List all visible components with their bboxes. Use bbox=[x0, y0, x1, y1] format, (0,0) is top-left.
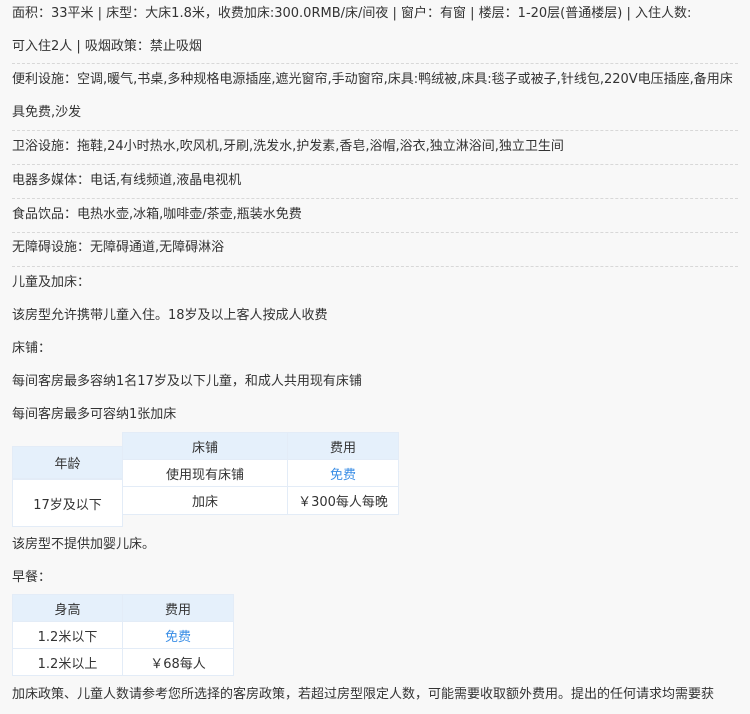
bed-rule-2: 每间客房最多可容纳1张加床 bbox=[12, 407, 177, 422]
room-info-line-1: 面积：33平米 | 床型：大床1.8米，收费加床:300.0RMB/床/间夜 |… bbox=[12, 6, 692, 21]
crib-note: 该房型不提供加婴儿床。 bbox=[12, 537, 156, 552]
bed-option-existing: 使用现有床铺 bbox=[122, 459, 288, 487]
divider bbox=[12, 63, 738, 64]
bed-heading: 床铺： bbox=[12, 341, 52, 356]
convenience-facilities-line-2: 具免费,沙发 bbox=[12, 105, 82, 120]
divider bbox=[12, 198, 738, 199]
footer-note: 加床政策、儿童人数请参考您所选择的客房政策，若超过房型限定人数，可能需要收取额外… bbox=[12, 687, 715, 702]
children-heading: 儿童及加床： bbox=[12, 275, 91, 290]
breakfast-heading: 早餐： bbox=[12, 570, 52, 585]
media-facilities: 电器多媒体：电话,有线频道,液晶电视机 bbox=[12, 173, 242, 188]
bathroom-facilities: 卫浴设施：拖鞋,24小时热水,吹风机,牙刷,洗发水,护发素,香皂,浴帽,浴衣,独… bbox=[12, 139, 564, 154]
food-facilities: 食品饮品：电热水壶,冰箱,咖啡壶/茶壶,瓶装水免费 bbox=[12, 207, 302, 222]
divider bbox=[12, 164, 738, 165]
room-policy-page: 面积：33平米 | 床型：大床1.8米，收费加床:300.0RMB/床/间夜 |… bbox=[0, 0, 750, 714]
height-below: 1.2米以下 bbox=[12, 621, 123, 649]
age-value: 17岁及以下 bbox=[12, 479, 123, 527]
age-header: 年龄 bbox=[12, 446, 123, 479]
accessible-facilities: 无障碍设施：无障碍通道,无障碍淋浴 bbox=[12, 240, 225, 255]
breakfast-fee-paid: ￥68每人 bbox=[122, 648, 234, 676]
breakfast-fee-free: 免费 bbox=[122, 621, 234, 649]
height-header: 身高 bbox=[12, 594, 123, 622]
bed-header: 床铺 bbox=[122, 432, 288, 460]
height-above: 1.2米以上 bbox=[12, 648, 123, 676]
convenience-facilities-line-1: 便利设施：空调,暖气,书桌,多种规格电源插座,遮光窗帘,手动窗帘,床具:鸭绒被,… bbox=[12, 72, 733, 87]
fee-header: 费用 bbox=[287, 432, 399, 460]
room-info-line-2: 可入住2人 | 吸烟政策：禁止吸烟 bbox=[12, 39, 202, 54]
breakfast-fee-header: 费用 bbox=[122, 594, 234, 622]
fee-free: 免费 bbox=[287, 459, 399, 487]
divider bbox=[12, 266, 738, 267]
bed-rule-1: 每间客房最多容纳1名17岁及以下儿童，和成人共用现有床铺 bbox=[12, 374, 362, 389]
bed-option-extra: 加床 bbox=[122, 486, 288, 515]
divider bbox=[12, 130, 738, 131]
divider bbox=[12, 232, 738, 233]
fee-extra-bed: ￥300每人每晚 bbox=[287, 486, 399, 515]
children-policy: 该房型允许携带儿童入住。18岁及以上客人按成人收费 bbox=[12, 308, 328, 323]
